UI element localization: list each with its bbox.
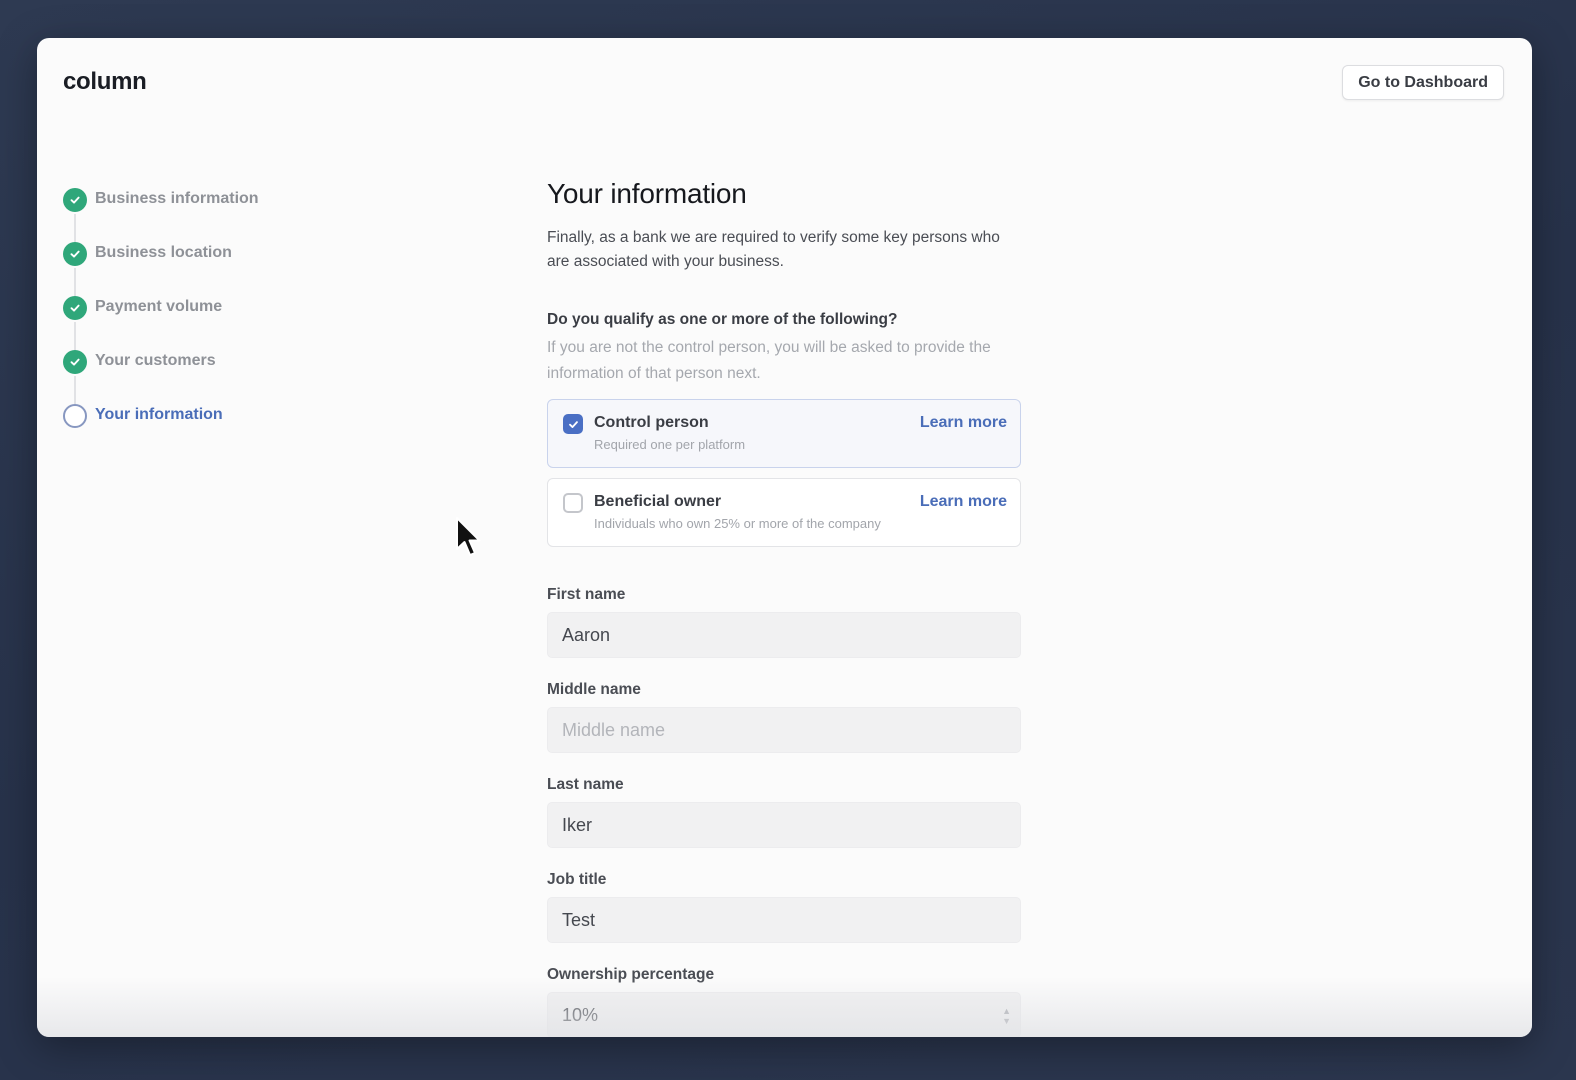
ownership-input-wrap: ▲▼	[547, 992, 1021, 1037]
check-icon	[63, 242, 87, 266]
ownership-input[interactable]	[547, 992, 1021, 1037]
first-name-label: First name	[547, 586, 626, 603]
step-label: Your information	[95, 406, 223, 423]
step-connector	[74, 268, 76, 296]
option-title: Control person	[594, 414, 709, 431]
middle-name-label: Middle name	[547, 681, 641, 698]
step-label: Business information	[95, 190, 259, 207]
step-payment-volume[interactable]: Payment volume	[63, 296, 259, 350]
intro-text: Finally, as a bank we are required to ve…	[547, 229, 1000, 270]
step-business-information[interactable]: Business information	[63, 188, 259, 242]
first-name-input[interactable]	[547, 612, 1021, 658]
mouse-cursor-icon	[456, 517, 481, 556]
check-icon	[63, 296, 87, 320]
learn-more-link[interactable]: Learn more	[920, 414, 1007, 432]
ownership-field: Ownership percentage ▲▼	[547, 966, 1021, 1037]
onboarding-steps: Business information Business location P…	[63, 188, 259, 458]
ownership-label: Ownership percentage	[547, 966, 715, 983]
control-person-checkbox[interactable]	[563, 414, 583, 434]
stepper-arrows-icon[interactable]: ▲ ▼	[1002, 1006, 1011, 1026]
step-label: Payment volume	[95, 298, 223, 315]
step-label: Your customers	[95, 352, 216, 369]
last-name-label: Last name	[547, 776, 624, 793]
check-icon	[63, 350, 87, 374]
step-connector	[74, 214, 76, 242]
circle-icon	[63, 404, 87, 428]
first-name-field: First name	[547, 586, 1021, 658]
qualify-question: Do you qualify as one or more of the fol…	[547, 311, 898, 328]
middle-name-field: Middle name	[547, 681, 1021, 753]
middle-name-input[interactable]	[547, 707, 1021, 753]
step-business-location[interactable]: Business location	[63, 242, 259, 296]
option-title: Beneficial owner	[594, 493, 722, 510]
step-your-customers[interactable]: Your customers	[63, 350, 259, 404]
option-subtitle: Individuals who own 25% or more of the c…	[594, 516, 881, 531]
job-title-label: Job title	[547, 871, 607, 888]
column-logo: column	[63, 68, 147, 95]
check-icon	[63, 188, 87, 212]
last-name-field: Last name	[547, 776, 1021, 848]
step-connector	[74, 376, 76, 404]
step-your-information[interactable]: Your information	[63, 404, 259, 458]
app-window: column Go to Dashboard Business informat…	[37, 38, 1532, 1037]
go-to-dashboard-button[interactable]: Go to Dashboard	[1342, 65, 1504, 100]
job-title-field: Job title	[547, 871, 1021, 943]
beneficial-owner-option[interactable]: Beneficial owner Individuals who own 25%…	[547, 478, 1021, 547]
learn-more-link[interactable]: Learn more	[920, 493, 1007, 511]
beneficial-owner-checkbox[interactable]	[563, 493, 583, 513]
control-person-option[interactable]: Control person Required one per platform…	[547, 399, 1021, 468]
qualify-hint: If you are not the control person, you w…	[547, 339, 991, 382]
job-title-input[interactable]	[547, 897, 1021, 943]
check-icon	[568, 420, 578, 428]
step-connector	[74, 322, 76, 350]
option-subtitle: Required one per platform	[594, 437, 746, 452]
last-name-input[interactable]	[547, 802, 1021, 848]
step-label: Business location	[95, 244, 232, 261]
form-panel: Your information Finally, as a bank we a…	[547, 178, 1021, 1037]
page-title: Your information	[547, 178, 747, 209]
